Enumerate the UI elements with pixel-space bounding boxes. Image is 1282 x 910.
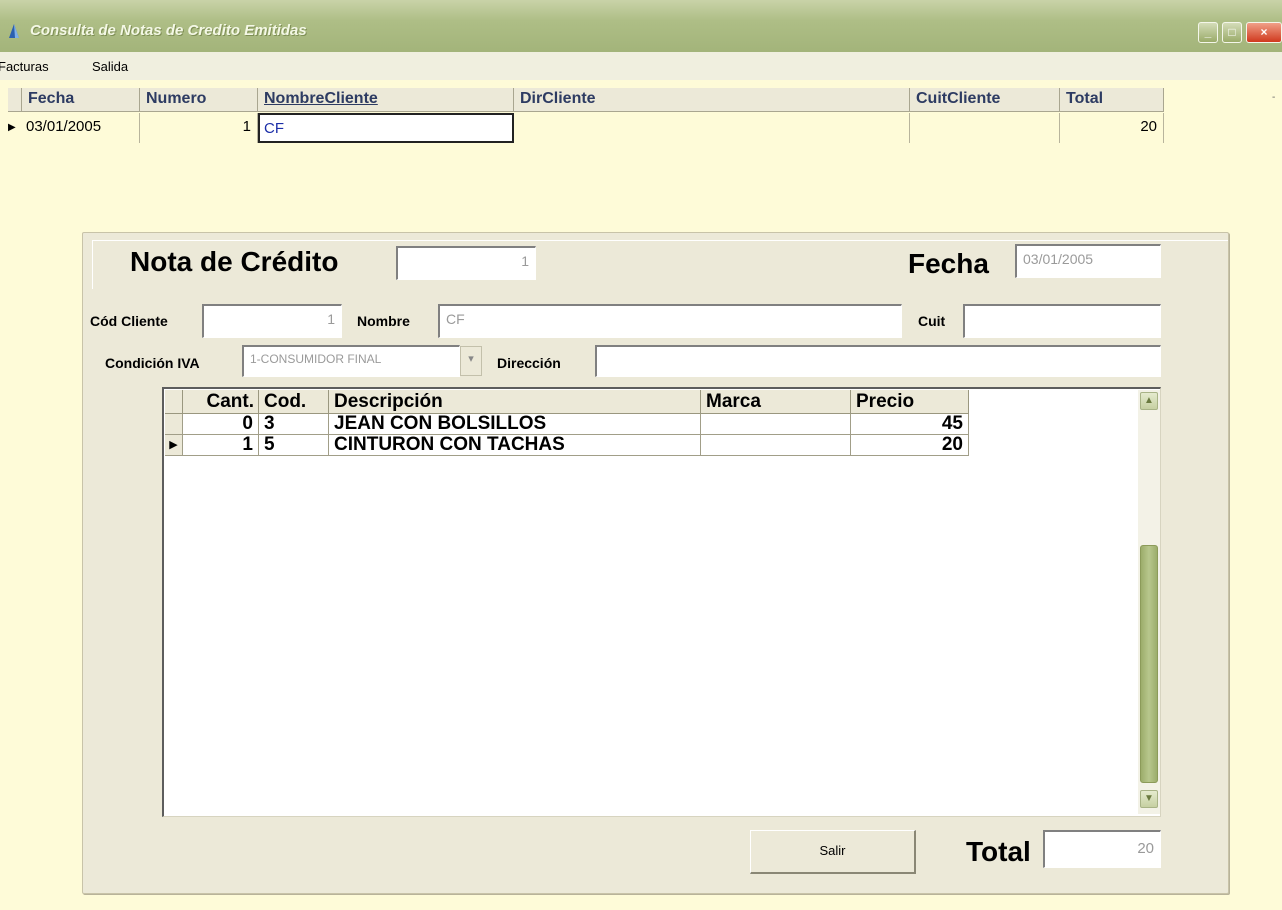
scroll-down-icon[interactable]: ▼ xyxy=(1140,790,1158,808)
detail-cell-cod[interactable]: 5 xyxy=(259,435,329,456)
top-grid-cell-nombre[interactable]: CF xyxy=(258,113,514,143)
top-grid-cell-fecha[interactable]: 03/01/2005 xyxy=(22,113,140,143)
top-grid-cell-cuit[interactable] xyxy=(910,113,1060,143)
top-grid-cell-numero[interactable]: 1 xyxy=(140,113,258,143)
detail-header-descripcion[interactable]: Descripción xyxy=(329,390,701,414)
cuit-label: Cuit xyxy=(918,313,946,329)
maximize-icon[interactable]: □ xyxy=(1222,22,1242,43)
top-grid-header-nombrecliente[interactable]: NombreCliente xyxy=(258,88,514,112)
title-bar[interactable]: Consulta de Notas de Credito Emitidas _ … xyxy=(0,0,1282,52)
chevron-down-icon[interactable]: ▾ xyxy=(460,346,482,376)
current-row-arrow-icon[interactable]: ▶ xyxy=(165,435,183,456)
condicion-iva-select[interactable]: 1-CONSUMIDOR FINAL xyxy=(242,345,460,377)
close-icon[interactable]: × xyxy=(1246,22,1282,43)
grid-edge-marker: - xyxy=(1272,92,1276,103)
nombre-field[interactable]: CF xyxy=(438,304,902,338)
detail-header-marca[interactable]: Marca xyxy=(701,390,851,414)
top-grid-header-dircliente[interactable]: DirCliente xyxy=(514,88,910,112)
direccion-label: Dirección xyxy=(497,355,561,371)
nota-credito-title: Nota de Crédito xyxy=(130,246,339,277)
app-icon xyxy=(9,24,19,38)
row-pointer-icon: ▶ xyxy=(8,122,16,133)
detail-header-cod[interactable]: Cod. xyxy=(259,390,329,414)
detail-cell-descripcion[interactable]: CINTURON CON TACHAS xyxy=(329,435,701,456)
detail-grid-corner xyxy=(165,390,183,414)
detail-header-cant[interactable]: Cant. xyxy=(183,390,259,414)
cuit-field[interactable] xyxy=(963,304,1161,338)
top-grid-corner xyxy=(8,88,22,112)
menu-bar xyxy=(0,52,1282,80)
detail-cell-precio[interactable]: 20 xyxy=(851,435,969,456)
fecha-field[interactable]: 03/01/2005 xyxy=(1015,244,1161,278)
fecha-label: Fecha xyxy=(908,248,989,279)
top-grid-header-cuitcliente[interactable]: CuitCliente xyxy=(910,88,1060,112)
top-grid-header-numero[interactable]: Numero xyxy=(140,88,258,112)
menu-item-facturas[interactable]: Facturas xyxy=(0,59,49,74)
top-grid-header-fecha[interactable]: Fecha xyxy=(22,88,140,112)
condicion-iva-label: Condición IVA xyxy=(105,355,200,371)
scroll-thumb[interactable] xyxy=(1140,545,1158,783)
scroll-up-icon[interactable]: ▲ xyxy=(1140,392,1158,410)
top-grid-header-total[interactable]: Total xyxy=(1060,88,1164,112)
cod-cliente-field[interactable]: 1 xyxy=(202,304,342,338)
menu-item-salida[interactable]: Salida xyxy=(92,59,128,74)
detail-cell-descripcion[interactable]: JEAN CON BOLSILLOS xyxy=(329,414,701,435)
total-label: Total xyxy=(966,836,1031,867)
detail-header-precio[interactable]: Precio xyxy=(851,390,969,414)
detail-cell-marca[interactable] xyxy=(701,414,851,435)
row-indicator[interactable] xyxy=(165,414,183,435)
direccion-field[interactable] xyxy=(595,345,1161,377)
salir-button[interactable]: Salir xyxy=(750,830,916,874)
total-field[interactable]: 20 xyxy=(1043,830,1161,868)
window-title: Consulta de Notas de Credito Emitidas xyxy=(30,22,307,39)
numero-field[interactable]: 1 xyxy=(396,246,536,280)
top-grid-cell-total[interactable]: 20 xyxy=(1060,113,1164,143)
nombre-label: Nombre xyxy=(357,313,410,329)
detail-cell-marca[interactable] xyxy=(701,435,851,456)
top-grid-cell-dir[interactable] xyxy=(514,113,910,143)
detail-cell-cod[interactable]: 3 xyxy=(259,414,329,435)
cod-cliente-label: Cód Cliente xyxy=(90,313,168,329)
minimize-icon[interactable]: _ xyxy=(1198,22,1218,43)
detail-cell-precio[interactable]: 45 xyxy=(851,414,969,435)
detail-cell-cant[interactable]: 1 xyxy=(183,435,259,456)
detail-cell-cant[interactable]: 0 xyxy=(183,414,259,435)
